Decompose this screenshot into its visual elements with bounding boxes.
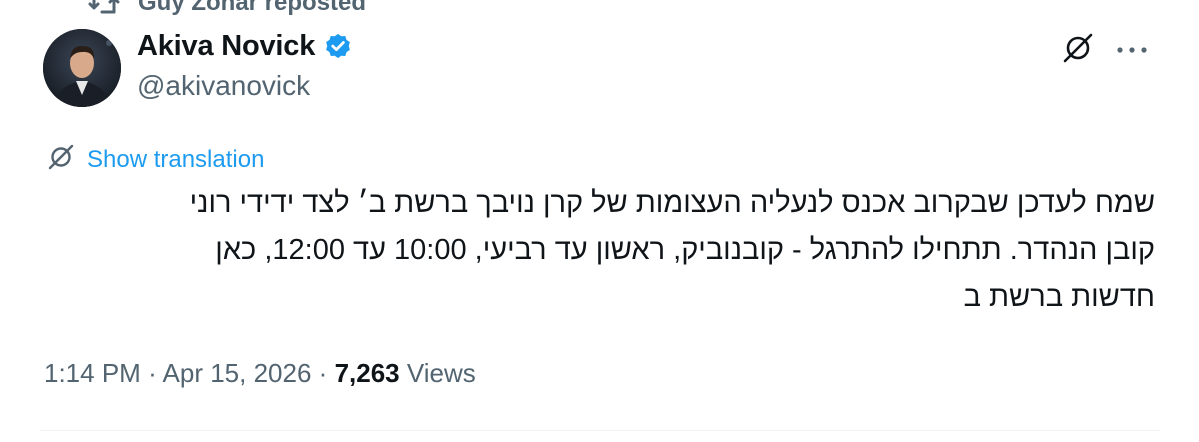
grok-button[interactable] bbox=[1058, 30, 1098, 70]
tweet-meta: 1:14 PM · Apr 15, 2026 · 7,263 Views bbox=[44, 358, 476, 389]
tweet-text: שמח לעדכן שבקרוב אכנס לנעליה העצומות של … bbox=[40, 180, 1155, 321]
tweet[interactable]: Guy Zohar reposted Akiva Novick @akivano… bbox=[0, 0, 1199, 442]
tweet-text-line: שמח לעדכן שבקרוב אכנס לנעליה העצומות של … bbox=[189, 187, 1155, 219]
views-count: 7,263 bbox=[334, 358, 400, 388]
show-translation-link[interactable]: Show translation bbox=[87, 146, 264, 174]
tweet-text-line: קובן הנהדר. תתחילו להתרגל - קובנוביק, רא… bbox=[215, 234, 1155, 266]
avatar[interactable] bbox=[43, 29, 121, 107]
verified-badge-icon bbox=[323, 32, 353, 62]
views-label: Views bbox=[406, 358, 476, 388]
author-name-row[interactable]: Akiva Novick bbox=[137, 30, 353, 63]
more-button[interactable] bbox=[1110, 30, 1154, 70]
repost-label[interactable]: Guy Zohar reposted bbox=[138, 0, 366, 17]
translation-row[interactable]: Show translation bbox=[46, 142, 264, 177]
repost-icon bbox=[88, 0, 120, 16]
meta-separator: · bbox=[148, 358, 157, 388]
more-icon bbox=[1116, 41, 1148, 59]
tweet-text-line: חדשות ברשת ב bbox=[963, 281, 1155, 313]
author-name[interactable]: Akiva Novick bbox=[137, 30, 315, 63]
translate-icon bbox=[46, 142, 76, 177]
divider bbox=[40, 430, 1160, 431]
grok-icon bbox=[1060, 30, 1096, 71]
tweet-time[interactable]: 1:14 PM bbox=[44, 358, 141, 388]
meta-separator: · bbox=[318, 358, 328, 388]
author-handle[interactable]: @akivanovick bbox=[137, 70, 310, 102]
repost-indicator: Guy Zohar reposted bbox=[88, 0, 366, 18]
tweet-date[interactable]: Apr 15, 2026 bbox=[163, 358, 312, 388]
